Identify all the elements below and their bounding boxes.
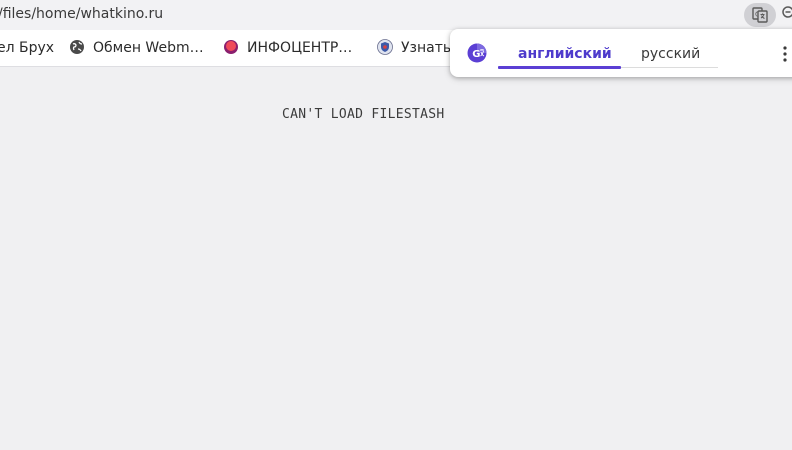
- bookmark-item[interactable]: ел Брух: [0, 39, 54, 57]
- bookmark-label: Узнать: [401, 40, 452, 56]
- error-message: CAN'T LOAD FILESTASH: [282, 107, 445, 122]
- bookmark-item[interactable]: ИНФОЦЕНТР…: [223, 39, 352, 57]
- page-content: CAN'T LOAD FILESTASH: [0, 67, 792, 450]
- url-text[interactable]: /files/home/whatkino.ru: [0, 6, 163, 22]
- translate-icon: G: [752, 7, 768, 23]
- bookmark-label: ИНФОЦЕНТР…: [247, 40, 353, 56]
- bookmark-label: ел Брух: [0, 40, 55, 56]
- tab-russian[interactable]: русский: [641, 44, 700, 64]
- bookmark-item[interactable]: Обмен Webm…: [69, 39, 204, 57]
- bookmark-item[interactable]: Узнать: [377, 39, 451, 57]
- tab-divider: [621, 67, 718, 68]
- bookmark-label: Обмен Webm…: [93, 40, 204, 56]
- tab-english[interactable]: английский: [518, 44, 612, 64]
- address-bar[interactable]: /files/home/whatkino.ru G: [0, 0, 792, 30]
- shield-icon: [377, 39, 393, 55]
- google-translate-icon: G: [467, 43, 487, 63]
- browser-window: /files/home/whatkino.ru G ел Брух Обмен …: [0, 0, 792, 450]
- translate-button[interactable]: G: [744, 3, 776, 27]
- active-tab-indicator: [498, 66, 621, 69]
- translate-popup: G английский русский: [450, 29, 792, 77]
- globe-icon: [70, 40, 84, 54]
- zoom-icon[interactable]: [782, 6, 792, 20]
- kebab-menu-icon[interactable]: [782, 45, 788, 63]
- svg-text:G: G: [472, 49, 480, 60]
- red-circle-icon: [224, 40, 238, 54]
